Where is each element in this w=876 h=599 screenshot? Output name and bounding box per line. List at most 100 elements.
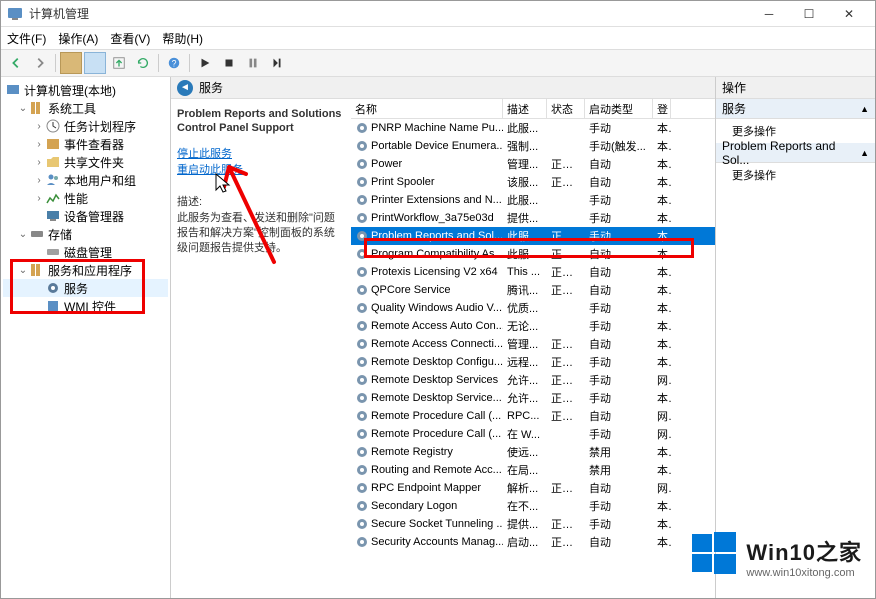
col-desc[interactable]: 描述 [503, 99, 547, 118]
nav-tree: 计算机管理(本地) ⌄系统工具 ›任务计划程序 ›事件查看器 ›共享文件夹 ›本… [1, 77, 171, 598]
service-row[interactable]: Quality Windows Audio V...优质...手动本 [351, 299, 715, 317]
service-logon: 本 [653, 174, 671, 190]
forward-button[interactable] [29, 52, 51, 74]
app-window: 计算机管理 ─ ☐ ✕ 文件(F) 操作(A) 查看(V) 帮助(H) ? 计算… [0, 0, 876, 599]
service-desc: 此服... [503, 246, 547, 262]
service-row[interactable]: Program Compatibility As...此服...正在...自动本 [351, 245, 715, 263]
service-desc: 启动... [503, 534, 547, 550]
service-row[interactable]: QPCore Service腾讯...正在...自动本 [351, 281, 715, 299]
service-row[interactable]: Portable Device Enumera...强制...手动(触发...本 [351, 137, 715, 155]
service-row[interactable]: Secure Socket Tunneling ...提供...正在...手动本 [351, 515, 715, 533]
gear-icon [355, 247, 369, 261]
minimize-button[interactable]: ─ [749, 2, 789, 26]
service-row[interactable]: Protexis Licensing V2 x64This ...正在...自动… [351, 263, 715, 281]
service-logon: 本 [653, 318, 671, 334]
tree-local-users[interactable]: ›本地用户和组 [3, 171, 168, 189]
col-status[interactable]: 状态 [547, 99, 585, 118]
service-name: Security Accounts Manag... [371, 536, 503, 548]
toolbar-button-2[interactable] [84, 52, 106, 74]
refresh-button[interactable] [132, 52, 154, 74]
help-button[interactable]: ? [163, 52, 185, 74]
service-row[interactable]: Remote Procedure Call (...RPC...正在...自动网 [351, 407, 715, 425]
col-logon[interactable]: 登 [653, 99, 671, 118]
maximize-button[interactable]: ☐ [789, 2, 829, 26]
service-row[interactable]: Problem Reports and Sol...此服...正在...手动本 [351, 227, 715, 245]
service-desc: 远程... [503, 354, 547, 370]
menu-file[interactable]: 文件(F) [7, 30, 46, 47]
service-row[interactable]: Remote Procedure Call (...在 W...手动网 [351, 425, 715, 443]
menu-help[interactable]: 帮助(H) [162, 30, 203, 47]
restart-button[interactable] [266, 52, 288, 74]
main-pane: ◄ 服务 Problem Reports and Solutions Contr… [171, 77, 715, 598]
service-name: Problem Reports and Sol... [371, 230, 503, 242]
service-row[interactable]: Power管理...正在...自动本 [351, 155, 715, 173]
pause-button[interactable] [242, 52, 264, 74]
service-logon: 本 [653, 228, 671, 244]
service-logon: 本 [653, 120, 671, 136]
close-button[interactable]: ✕ [829, 2, 869, 26]
service-desc: 解析... [503, 480, 547, 496]
service-status: 正在... [547, 282, 585, 298]
tree-performance[interactable]: ›性能 [3, 189, 168, 207]
service-row[interactable]: Printer Extensions and N...此服...手动本 [351, 191, 715, 209]
service-row[interactable]: Remote Desktop Services允许...正在...手动网 [351, 371, 715, 389]
service-desc: 使远... [503, 444, 547, 460]
service-row[interactable]: Remote Access Connecti...管理...正在...自动本 [351, 335, 715, 353]
service-startup: 手动 [585, 426, 653, 442]
service-row[interactable]: Remote Desktop Service...允许...正在...手动本 [351, 389, 715, 407]
tree-services-apps[interactable]: ⌄服务和应用程序 [3, 261, 168, 279]
tree-device-manager[interactable]: 设备管理器 [3, 207, 168, 225]
actions-section-services[interactable]: 服务▲ [716, 99, 875, 119]
service-row[interactable]: PNRP Machine Name Pu...此服...手动本 [351, 119, 715, 137]
restart-service-link[interactable]: 重启动此服务 [177, 162, 345, 179]
service-row[interactable]: Print Spooler该服...正在...自动本 [351, 173, 715, 191]
body: 计算机管理(本地) ⌄系统工具 ›任务计划程序 ›事件查看器 ›共享文件夹 ›本… [1, 77, 875, 598]
play-button[interactable] [194, 52, 216, 74]
service-row[interactable]: Secondary Logon在不...手动本 [351, 497, 715, 515]
back-arrow-icon[interactable]: ◄ [177, 80, 193, 96]
service-startup: 自动 [585, 264, 653, 280]
service-startup: 手动 [585, 192, 653, 208]
col-name[interactable]: 名称 [351, 99, 503, 118]
service-logon: 网 [653, 408, 671, 424]
service-status: 正在... [547, 534, 585, 550]
actions-more-2[interactable]: 更多操作 [716, 163, 875, 187]
service-row[interactable]: Routing and Remote Acc...在局...禁用本 [351, 461, 715, 479]
back-button[interactable] [5, 52, 27, 74]
collapse-arrow-icon: ▲ [860, 104, 869, 114]
tree-root[interactable]: 计算机管理(本地) [3, 81, 168, 99]
tree-storage[interactable]: ⌄存储 [3, 225, 168, 243]
service-row[interactable]: Remote Desktop Configu...远程...正在...手动本 [351, 353, 715, 371]
tree-services[interactable]: 服务 [3, 279, 168, 297]
menu-action[interactable]: 操作(A) [58, 30, 98, 47]
app-icon [7, 6, 23, 22]
service-row[interactable]: RPC Endpoint Mapper解析...正在...自动网 [351, 479, 715, 497]
service-desc: 此服... [503, 120, 547, 136]
service-row[interactable]: Security Accounts Manag...启动...正在...自动本 [351, 533, 715, 551]
service-row[interactable]: PrintWorkflow_3a75e03d提供...手动本 [351, 209, 715, 227]
service-row[interactable]: Remote Registry使远...禁用本 [351, 443, 715, 461]
tree-disk-mgmt[interactable]: 磁盘管理 [3, 243, 168, 261]
service-name: Quality Windows Audio V... [371, 302, 502, 314]
tree-wmi[interactable]: WMI 控件 [3, 297, 168, 315]
tree-event-viewer[interactable]: ›事件查看器 [3, 135, 168, 153]
services-list: 名称 描述 状态 启动类型 登 PNRP Machine Name Pu...此… [351, 99, 715, 598]
tree-task-scheduler[interactable]: ›任务计划程序 [3, 117, 168, 135]
service-name: QPCore Service [371, 284, 450, 296]
service-startup: 自动 [585, 246, 653, 262]
menu-view[interactable]: 查看(V) [110, 30, 150, 47]
service-row[interactable]: Remote Access Auto Con...无论...手动本 [351, 317, 715, 335]
service-desc: 管理... [503, 156, 547, 172]
stop-service-link[interactable]: 停止此服务 [177, 146, 345, 163]
service-name: Remote Access Auto Con... [371, 320, 503, 332]
service-status: 正在... [547, 174, 585, 190]
actions-section-selected[interactable]: Problem Reports and Sol...▲ [716, 143, 875, 163]
col-startup[interactable]: 启动类型 [585, 99, 653, 118]
service-name: PNRP Machine Name Pu... [371, 122, 503, 134]
toolbar-button-1[interactable] [60, 52, 82, 74]
tree-systools[interactable]: ⌄系统工具 [3, 99, 168, 117]
stop-button[interactable] [218, 52, 240, 74]
tree-shared-folders[interactable]: ›共享文件夹 [3, 153, 168, 171]
service-logon: 本 [653, 498, 671, 514]
export-button[interactable] [108, 52, 130, 74]
